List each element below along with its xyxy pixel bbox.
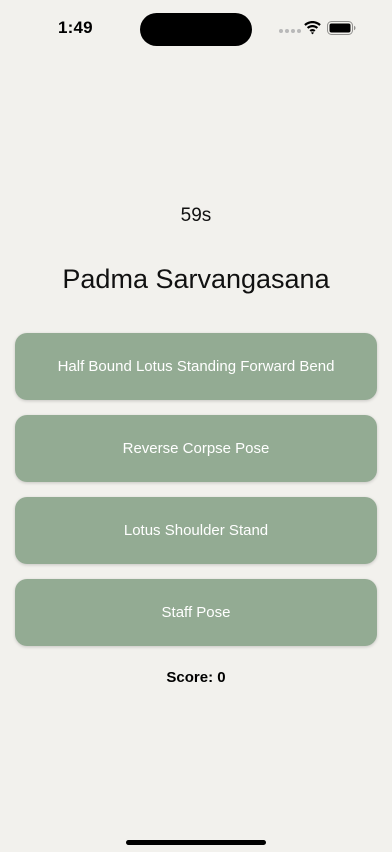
answer-option-button[interactable]: Staff Pose: [15, 579, 377, 646]
answer-options: Half Bound Lotus Standing Forward Bend R…: [15, 333, 377, 661]
pose-name-title: Padma Sarvangasana: [62, 264, 330, 294]
status-time: 1:49: [58, 18, 93, 37]
countdown-timer: 59s: [180, 205, 212, 226]
status-bar: 1:49: [0, 0, 392, 54]
home-indicator[interactable]: [126, 840, 266, 845]
battery-icon: [327, 21, 356, 35]
answer-option-button[interactable]: Reverse Corpse Pose: [15, 415, 377, 482]
score-label: Score: 0: [166, 669, 226, 686]
answer-option-button[interactable]: Lotus Shoulder Stand: [15, 497, 377, 564]
wifi-icon: [304, 21, 321, 35]
dynamic-island: [140, 13, 252, 46]
answer-option-button[interactable]: Half Bound Lotus Standing Forward Bend: [15, 333, 377, 400]
signal-dots-icon: [279, 29, 301, 33]
